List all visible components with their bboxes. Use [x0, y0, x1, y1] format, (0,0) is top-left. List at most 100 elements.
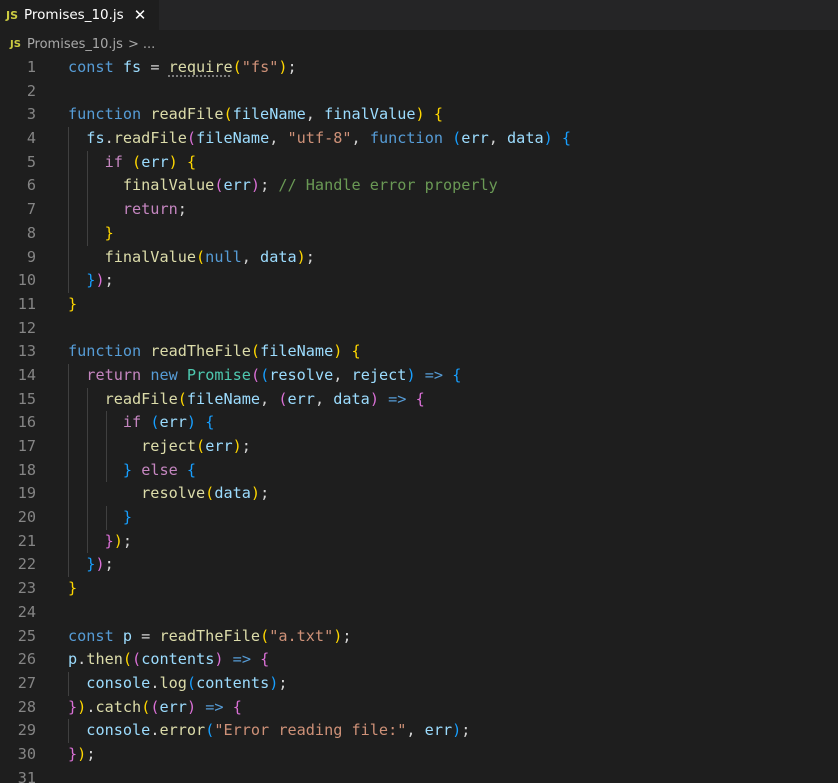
code-line[interactable]: 4 fs.readFile(fileName, "utf-8", functio…: [0, 127, 838, 151]
code-line[interactable]: 27 console.log(contents);: [0, 671, 838, 696]
code-token: p: [68, 650, 78, 669]
code-line[interactable]: 30});: [0, 743, 838, 767]
code-token: ): [232, 437, 242, 455]
code-line[interactable]: 19 resolve(data);: [0, 482, 838, 507]
code-token: (: [250, 365, 261, 384]
code-token: "Error reading file:": [214, 721, 407, 740]
code-token: resolve: [141, 484, 206, 503]
line-number: 13: [17, 342, 36, 361]
code-token: ,: [241, 247, 261, 266]
code-line[interactable]: 24: [0, 601, 838, 625]
code-editor[interactable]: 1 const fs = require("fs"); 2 3 function rea…: [0, 56, 838, 783]
line-number: 16: [17, 413, 36, 432]
code-line[interactable]: 13 function readTheFile(fileName) {: [0, 340, 838, 364]
code-token: p: [122, 626, 133, 645]
code-token: const: [68, 58, 114, 76]
code-content: p.then((contents) => {: [68, 648, 269, 672]
code-line[interactable]: 6 finalValue(err); // Handle error prope…: [0, 174, 838, 199]
code-token: ;: [86, 744, 96, 763]
code-token: ): [333, 342, 343, 361]
code-line[interactable]: 14 return new Promise((resolve, reject) …: [0, 363, 838, 388]
code-line[interactable]: 18 } else {: [0, 458, 838, 483]
code-line[interactable]: 2: [0, 80, 838, 104]
code-token: data: [333, 389, 370, 408]
code-token: {: [452, 365, 462, 384]
code-token: ;: [260, 176, 279, 195]
code-token: ): [168, 152, 178, 171]
code-line[interactable]: 31: [0, 767, 838, 783]
code-line[interactable]: 15 readFile(fileName, (err, data) => {: [0, 387, 838, 412]
line-number: 30: [17, 744, 36, 763]
code-line[interactable]: 20 }: [0, 506, 838, 530]
code-token: err: [424, 721, 453, 740]
code-token: (: [205, 484, 215, 503]
code-token: fileName: [186, 389, 261, 408]
code-token: =>: [205, 697, 224, 716]
code-line[interactable]: 11}: [0, 293, 838, 317]
code-line[interactable]: 26 p.then((contents) => {: [0, 648, 838, 672]
code-line[interactable]: 10 });: [0, 269, 838, 293]
code-token: (: [186, 673, 197, 692]
code-line[interactable]: 3 function readFile(fileName, finalValue)…: [0, 103, 838, 127]
code-token: (: [452, 129, 462, 148]
code-token: (: [141, 697, 151, 716]
code-token: function: [68, 105, 142, 124]
code-line[interactable]: 9 finalValue(null, data);: [0, 245, 838, 270]
code-token: const: [68, 626, 114, 645]
code-line[interactable]: 25 const p = readTheFile("a.txt");: [0, 625, 838, 649]
code-content: });: [68, 553, 113, 577]
code-token: {: [351, 342, 361, 361]
code-line[interactable]: 28}).catch((err) => {: [0, 696, 838, 720]
code-line[interactable]: 21 });: [0, 529, 838, 554]
code-content: readFile(fileName, (err, data) => {: [68, 388, 425, 412]
code-token: finalValue: [104, 247, 197, 266]
code-token: fs: [86, 129, 105, 148]
code-token: data: [507, 129, 544, 148]
code-token: data: [260, 247, 297, 266]
tab-promises-10[interactable]: JS Promises_10.js ✕: [0, 0, 160, 30]
code-token: =>: [388, 389, 407, 408]
code-content: finalValue(null, data);: [68, 246, 315, 270]
code-token: (: [186, 129, 197, 148]
code-content: reject(err);: [68, 435, 251, 459]
close-icon[interactable]: ✕: [134, 7, 147, 23]
code-token: (: [205, 721, 215, 740]
breadcrumb-file[interactable]: Promises_10.js: [27, 37, 123, 52]
code-token: reject: [141, 437, 197, 455]
code-line[interactable]: 17 reject(err);: [0, 435, 838, 459]
code-line[interactable]: 29 console.error("Error reading file:", …: [0, 719, 838, 743]
breadcrumb-symbols[interactable]: ...: [143, 37, 155, 52]
code-line[interactable]: 1 const fs = require("fs");: [0, 56, 838, 80]
code-line[interactable]: 22 });: [0, 553, 838, 578]
code-content: function readFile(fileName, finalValue) …: [68, 103, 443, 127]
code-content: } else {: [68, 459, 196, 483]
code-line[interactable]: 5 if (err) {: [0, 150, 838, 175]
code-line[interactable]: 7 return;: [0, 198, 838, 222]
code-token: err: [159, 697, 187, 716]
code-token: ;: [278, 673, 288, 692]
code-content: const fs = require("fs");: [68, 56, 297, 80]
code-token: (: [260, 626, 270, 645]
code-content: });: [68, 743, 95, 767]
code-line[interactable]: 12: [0, 317, 838, 341]
code-token: (: [232, 58, 242, 76]
code-token: ): [113, 531, 123, 550]
code-token: }: [68, 697, 78, 716]
code-line[interactable]: 8 }: [0, 221, 838, 246]
line-number: 14: [17, 365, 36, 384]
code-token: finalValue: [122, 176, 215, 195]
code-token: ;: [342, 626, 352, 645]
code-token: =: [141, 58, 169, 76]
code-line[interactable]: 16 if (err) {: [0, 411, 838, 435]
code-line[interactable]: 23}: [0, 577, 838, 601]
